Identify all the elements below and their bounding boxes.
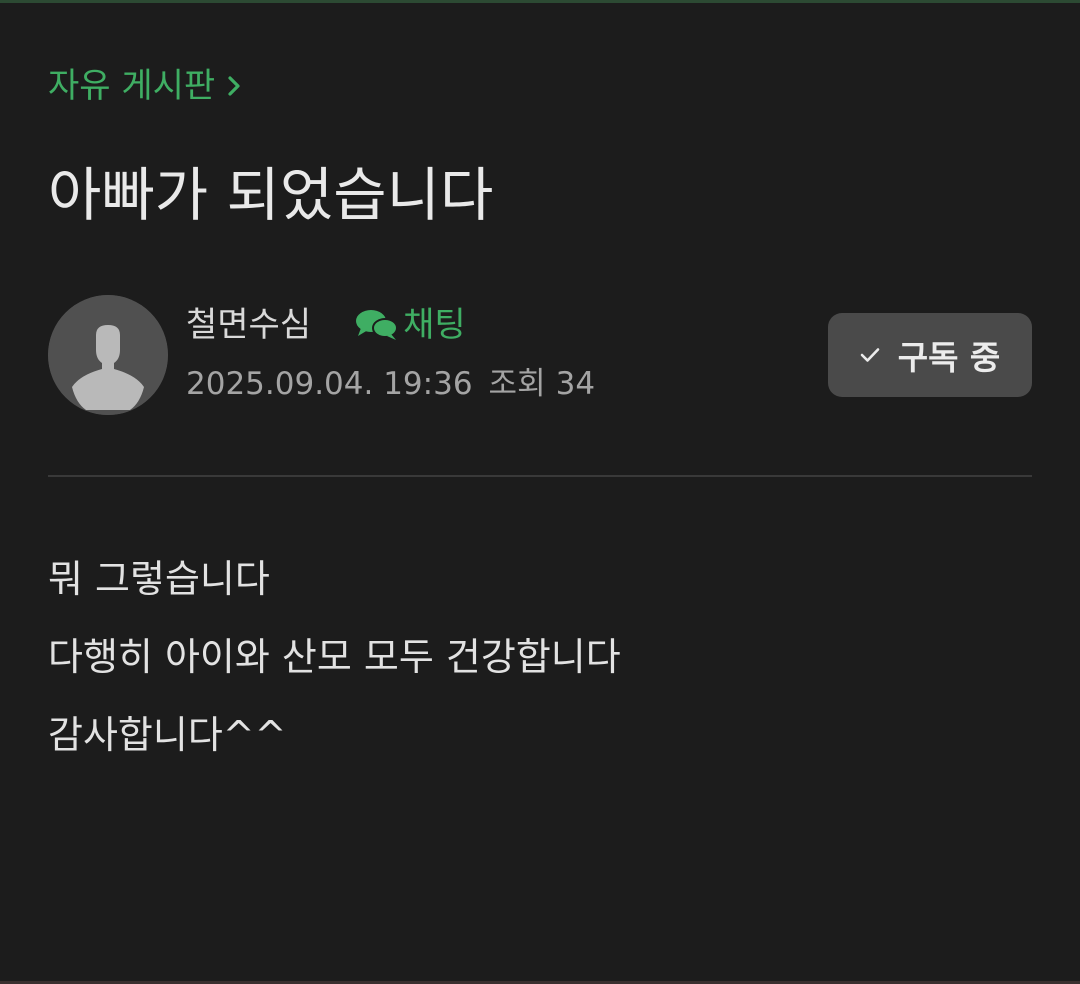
chat-label: 채팅	[403, 305, 466, 345]
header-divider	[48, 475, 1032, 477]
chat-bubbles-icon	[355, 308, 399, 342]
check-icon	[860, 347, 880, 363]
views-label: 조회	[488, 366, 546, 402]
board-name: 자유 게시판	[48, 66, 216, 106]
body-line: 뭐 그렇습니다	[48, 557, 270, 601]
author-avatar[interactable]	[48, 295, 168, 415]
chat-link[interactable]: 채팅	[355, 300, 466, 350]
default-user-avatar-icon	[48, 295, 168, 415]
author-row: 철면수심 채팅	[186, 300, 466, 350]
body-line: 감사합니다^^	[48, 713, 287, 757]
post-meta: 2025.09.04. 19:36 조회 34	[186, 360, 595, 408]
post-body: 뭐 그렇습니다 다행히 아이와 산모 모두 건강합니다 감사합니다^^	[48, 540, 1032, 774]
views-count: 34	[555, 366, 596, 402]
post-title: 아빠가 되었습니다	[48, 161, 494, 229]
body-line: 다행히 아이와 산모 모두 건강합니다	[48, 635, 621, 679]
subscribe-button[interactable]: 구독 중	[828, 313, 1032, 397]
author-name[interactable]: 철면수심	[186, 300, 311, 350]
subscribe-label: 구독 중	[897, 338, 1001, 377]
top-accent-line	[0, 0, 1080, 3]
board-breadcrumb-link[interactable]: 자유 게시판	[48, 62, 241, 110]
post-date: 2025.09.04. 19:36	[186, 366, 473, 402]
chevron-right-icon	[227, 75, 241, 97]
